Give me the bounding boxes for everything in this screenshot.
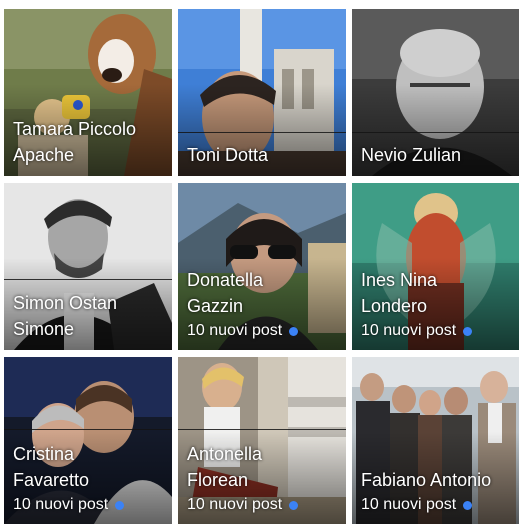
friend-name-line1: Simon Ostan bbox=[13, 293, 118, 313]
friend-caption: Donatella Gazzin 10 nuovi post bbox=[187, 267, 340, 342]
friend-tile-nevio-zulian[interactable]: Nevio Zulian bbox=[352, 9, 519, 176]
friend-caption: Tamara Piccolo Apache bbox=[13, 116, 166, 168]
friend-tile-ines-nina-londero[interactable]: Ines Nina Londero 10 nuovi post bbox=[352, 183, 519, 350]
friend-name-line2: Favaretto bbox=[13, 470, 90, 490]
new-posts-count: 10 nuovi post bbox=[13, 496, 109, 513]
new-posts-indicator: 10 nuovi post bbox=[187, 494, 340, 516]
new-post-dot-icon bbox=[463, 327, 473, 336]
friend-tile-cristina-favaretto[interactable]: Cristina Favaretto 10 nuovi post bbox=[4, 357, 172, 524]
new-posts-count: 10 nuovi post bbox=[187, 322, 283, 339]
friend-caption: Cristina Favaretto 10 nuovi post bbox=[13, 441, 166, 516]
new-post-dot-icon bbox=[115, 501, 125, 510]
new-post-dot-icon bbox=[463, 501, 473, 510]
friend-tile-donatella-gazzin[interactable]: Donatella Gazzin 10 nuovi post bbox=[178, 183, 346, 350]
friend-name-line1: Donatella bbox=[187, 270, 264, 290]
friend-caption: Fabiano Antonio 10 nuovi post bbox=[361, 467, 514, 516]
friend-tile-fabiano-antonio[interactable]: Fabiano Antonio 10 nuovi post bbox=[352, 357, 519, 524]
new-posts-indicator: 10 nuovi post bbox=[13, 494, 166, 516]
friend-name-line2: Simone bbox=[13, 319, 75, 339]
friend-name-line1: Nevio Zulian bbox=[361, 145, 462, 165]
friend-name-line2: Florean bbox=[187, 470, 249, 490]
friend-tile-tamara-piccolo[interactable]: Tamara Piccolo Apache bbox=[4, 9, 172, 176]
friend-name-line1: Ines Nina bbox=[361, 270, 438, 290]
new-posts-indicator: 10 nuovi post bbox=[361, 494, 514, 516]
friend-caption: Antonella Florean 10 nuovi post bbox=[187, 441, 340, 516]
new-posts-count: 10 nuovi post bbox=[187, 496, 283, 513]
friend-name-line2: Apache bbox=[13, 145, 75, 165]
friends-grid: Tamara Piccolo Apache Toni Dotta Nevio Z… bbox=[4, 9, 519, 524]
friend-name-line1: Antonella bbox=[187, 444, 263, 464]
new-posts-count: 10 nuovi post bbox=[361, 322, 457, 339]
friend-name-line2: Londero bbox=[361, 296, 428, 316]
friend-caption: Toni Dotta bbox=[187, 142, 340, 168]
friend-tile-toni-dotta[interactable]: Toni Dotta bbox=[178, 9, 346, 176]
friend-name-line1: Fabiano Antonio bbox=[361, 470, 492, 490]
friend-caption: Nevio Zulian bbox=[361, 142, 514, 168]
new-post-dot-icon bbox=[289, 327, 299, 336]
friend-tile-antonella-florean[interactable]: Antonella Florean 10 nuovi post bbox=[178, 357, 346, 524]
friend-name-line1: Cristina bbox=[13, 444, 75, 464]
friend-name-line1: Toni Dotta bbox=[187, 145, 269, 165]
friend-caption: Simon Ostan Simone bbox=[13, 290, 166, 342]
new-post-dot-icon bbox=[289, 501, 299, 510]
new-posts-indicator: 10 nuovi post bbox=[361, 320, 514, 342]
new-posts-indicator: 10 nuovi post bbox=[187, 320, 340, 342]
new-posts-count: 10 nuovi post bbox=[361, 496, 457, 513]
friend-tile-simon-ostan[interactable]: Simon Ostan Simone bbox=[4, 183, 172, 350]
friend-name-line1: Tamara Piccolo bbox=[13, 119, 137, 139]
friend-caption: Ines Nina Londero 10 nuovi post bbox=[361, 267, 514, 342]
friend-name-line2: Gazzin bbox=[187, 296, 244, 316]
